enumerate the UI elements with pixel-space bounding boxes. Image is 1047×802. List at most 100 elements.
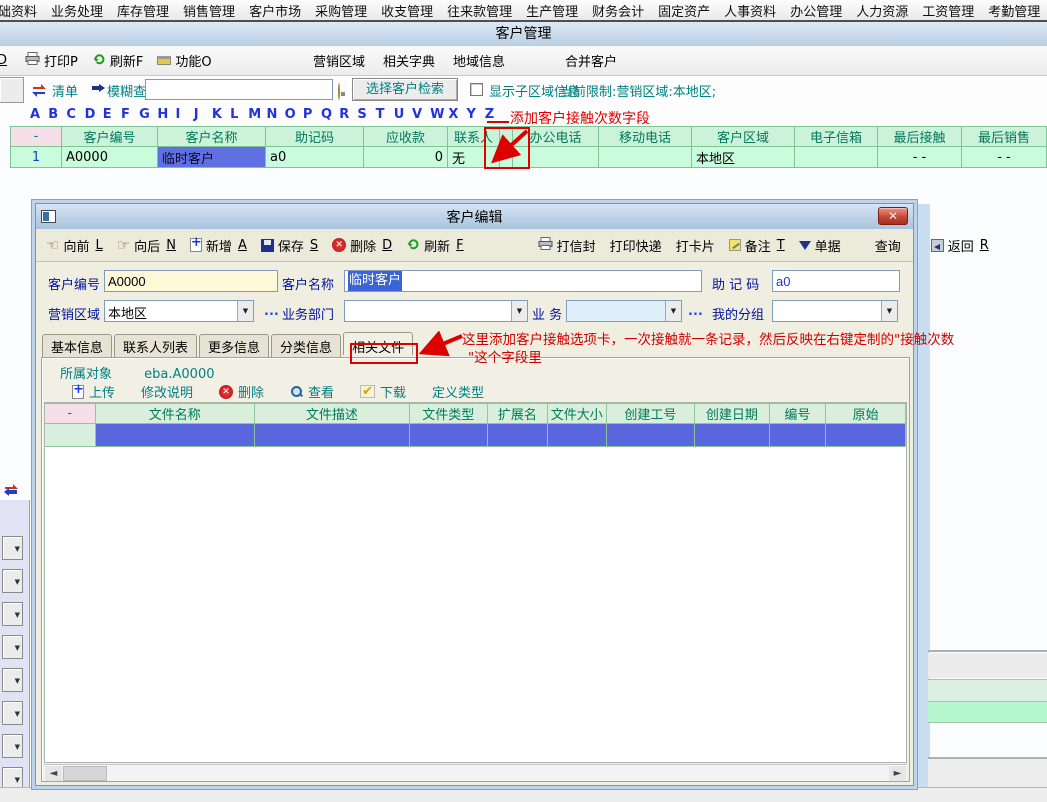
next-button[interactable]: ☞向后N — [117, 236, 176, 255]
list-toggle[interactable]: 清单 — [52, 81, 78, 100]
alphabet-letter[interactable]: N — [266, 107, 284, 122]
prev-button[interactable]: ☜向前L — [46, 236, 103, 255]
alphabet-letter[interactable]: K — [212, 107, 230, 122]
column-header[interactable]: 移动电话 — [599, 126, 692, 147]
menu-item[interactable]: 往来款管理 — [440, 1, 519, 20]
column-header[interactable]: 创建工号 — [607, 403, 696, 424]
region-more-button[interactable]: ... — [264, 304, 279, 319]
column-header[interactable]: 文件名称 — [96, 403, 255, 424]
alphabet-letter[interactable]: S — [357, 107, 375, 122]
dialog-tab[interactable]: 分类信息 — [271, 334, 341, 357]
grid-cell[interactable] — [795, 147, 878, 168]
alphabet-letter[interactable]: G — [139, 107, 157, 122]
alphabet-letter[interactable]: C — [66, 107, 84, 122]
subregion-checkbox[interactable] — [470, 83, 483, 96]
alphabet-letter[interactable]: M — [248, 107, 266, 122]
menu-item[interactable]: 人力资源 — [849, 1, 915, 20]
customer-search-button[interactable]: 选择客户检索 — [352, 78, 458, 101]
dialog-tab[interactable]: 更多信息 — [199, 334, 269, 357]
alphabet-letter[interactable]: X — [448, 107, 466, 122]
toolbar-link[interactable]: 相关字典 — [383, 51, 435, 70]
menu-item[interactable]: 固定资产 — [651, 1, 717, 20]
scroll-right-button[interactable]: ► — [889, 766, 906, 781]
grid-cell[interactable]: - - — [878, 147, 962, 168]
lamp-icon[interactable] — [338, 83, 340, 100]
grid-cell[interactable]: - - — [962, 147, 1047, 168]
alphabet-letter[interactable]: R — [339, 107, 357, 122]
menu-item[interactable]: 人事资料 — [717, 1, 783, 20]
documents-button[interactable]: 单据 — [799, 236, 841, 255]
alphabet-letter[interactable]: H — [157, 107, 175, 122]
toolbar-link[interactable]: 合并客户 — [565, 51, 617, 70]
alphabet-letter[interactable]: D — [85, 107, 103, 122]
column-header[interactable]: 文件描述 — [255, 403, 410, 424]
my-group-dropdown[interactable]: ▼ — [772, 300, 898, 322]
scroll-left-button[interactable]: ◄ — [45, 766, 62, 781]
scrollbar-thumb[interactable] — [63, 766, 107, 781]
chevron-down-icon[interactable]: ▼ — [665, 301, 681, 321]
print-express-button[interactable]: 打印快递 — [610, 236, 662, 255]
print-card-button[interactable]: 打卡片 — [676, 236, 715, 255]
side-dropdown-button[interactable]: ▼ — [2, 536, 23, 560]
chevron-down-icon[interactable]: ▼ — [881, 301, 897, 321]
toolbar-link[interactable]: 地域信息 — [453, 51, 505, 70]
search-input[interactable] — [145, 79, 333, 100]
print-button[interactable]: 打印P — [25, 51, 78, 70]
save-button[interactable]: 保存S — [261, 236, 318, 255]
define-type-button[interactable]: 定义类型 — [432, 382, 484, 401]
menu-item[interactable]: 业务处理 — [44, 1, 110, 20]
refresh-button[interactable]: 刷新F — [406, 236, 464, 255]
alphabet-letter[interactable]: O — [285, 107, 303, 122]
delete-button[interactable]: ✕删除D — [332, 236, 392, 255]
alphabet-letter[interactable]: J — [194, 107, 212, 122]
column-header[interactable]: - — [45, 403, 96, 424]
close-button[interactable]: ✕ — [878, 207, 908, 225]
add-button[interactable]: 新增A — [190, 236, 247, 255]
column-header[interactable]: 文件类型 — [410, 403, 488, 424]
print-envelope-button[interactable]: 打信封 — [538, 236, 596, 255]
grid-cell[interactable]: 1 — [10, 147, 62, 168]
alphabet-letter[interactable]: Y — [467, 107, 485, 122]
menu-item[interactable]: 工资管理 — [915, 1, 981, 20]
menu-item[interactable]: 础资料 — [0, 1, 44, 20]
alphabet-letter[interactable]: Q — [321, 107, 339, 122]
sales-region-dropdown[interactable]: 本地区▼ — [104, 300, 254, 322]
menu-item[interactable]: 库存管理 — [110, 1, 176, 20]
return-button[interactable]: 返回R — [931, 236, 989, 255]
toolbar-link[interactable]: 营销区域 — [313, 51, 365, 70]
side-dropdown-button[interactable]: ▼ — [2, 668, 23, 692]
salesman-more-button[interactable]: ... — [688, 304, 703, 319]
refresh-button[interactable]: 刷新F — [92, 51, 143, 70]
alphabet-letter[interactable]: W — [430, 107, 448, 122]
grid-cell[interactable]: 临时客户 — [158, 147, 266, 168]
menu-item[interactable]: 客户市场 — [242, 1, 308, 20]
view-file-button[interactable]: 查看 — [290, 382, 334, 401]
file-grid-selected-row[interactable] — [45, 424, 906, 447]
function-button[interactable]: 功能O — [157, 51, 211, 70]
alphabet-letter[interactable]: I — [176, 107, 194, 122]
side-dropdown-button[interactable]: ▼ — [2, 635, 23, 659]
column-header[interactable]: 助记码 — [266, 126, 364, 147]
edit-description-button[interactable]: 修改说明 — [141, 382, 193, 401]
mnemonic-field[interactable] — [772, 270, 900, 292]
column-header[interactable]: 原始 — [826, 403, 906, 424]
side-dropdown-button[interactable]: ▼ — [2, 734, 23, 758]
memo-button[interactable]: 备注T — [729, 236, 785, 255]
column-header[interactable]: 客户区域 — [692, 126, 795, 147]
alphabet-letter[interactable]: T — [376, 107, 394, 122]
column-header[interactable]: 客户名称 — [158, 126, 266, 147]
partial-toolbar-item[interactable]: D — [0, 53, 7, 68]
chevron-down-icon[interactable]: ▼ — [237, 301, 253, 321]
dialog-tab[interactable]: 联系人列表 — [114, 334, 197, 357]
dialog-title-bar[interactable]: 客户编辑 ✕ — [36, 204, 913, 229]
menu-item[interactable]: 财务会计 — [585, 1, 651, 20]
grid-cell[interactable]: A0000 — [62, 147, 158, 168]
department-dropdown[interactable]: ▼ — [344, 300, 528, 322]
column-header[interactable]: 扩展名 — [488, 403, 548, 424]
query-button[interactable]: 查询 — [875, 236, 901, 255]
column-header[interactable]: 客户编号 — [62, 126, 158, 147]
grid-cell[interactable]: 本地区 — [692, 147, 795, 168]
side-dropdown-button[interactable]: ▼ — [2, 569, 23, 593]
alphabet-letter[interactable]: B — [48, 107, 66, 122]
menu-item[interactable]: 收支管理 — [374, 1, 440, 20]
